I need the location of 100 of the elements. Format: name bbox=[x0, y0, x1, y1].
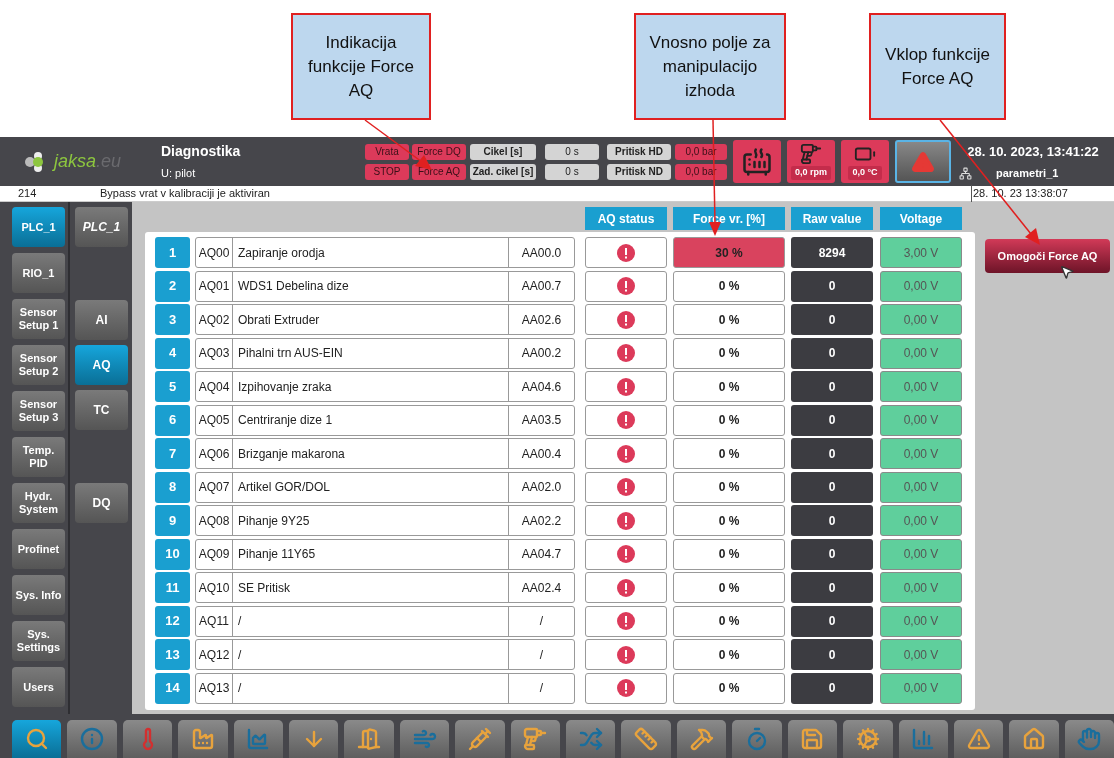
hand-icon bbox=[1077, 727, 1102, 751]
tile-reading: 0,0 rpm bbox=[791, 166, 831, 180]
toolbar-button[interactable] bbox=[12, 720, 62, 758]
error-icon bbox=[617, 277, 635, 295]
pressure-value: 0,0 bar bbox=[675, 143, 727, 160]
toolbar-button[interactable] bbox=[843, 720, 893, 758]
toolbar-button[interactable] bbox=[122, 720, 173, 758]
force-input[interactable]: 30 % bbox=[673, 237, 785, 268]
cycle-label: Cikel [s] bbox=[470, 143, 536, 160]
sub-nav-button[interactable]: TC bbox=[75, 390, 128, 430]
sub-nav-button[interactable]: DQ bbox=[75, 483, 128, 523]
nav-button[interactable]: Profinet bbox=[12, 529, 65, 569]
force-input[interactable]: 0 % bbox=[673, 371, 785, 402]
voltage-value: 0,00 V bbox=[880, 270, 962, 302]
toolbar-button[interactable] bbox=[953, 720, 1004, 758]
force-input[interactable]: 0 % bbox=[673, 270, 785, 302]
toolbar-button[interactable] bbox=[787, 720, 838, 758]
toolbar-button[interactable] bbox=[621, 720, 671, 758]
force-input[interactable]: 0 % bbox=[673, 672, 785, 704]
enable-force-button[interactable]: Omogoči Force AQ bbox=[985, 239, 1110, 273]
force-input[interactable]: 0 % bbox=[673, 505, 785, 536]
error-icon bbox=[617, 478, 635, 496]
row-index: 12 bbox=[155, 605, 190, 637]
cycle-label: Zad. cikel [s] bbox=[470, 163, 536, 180]
force-input[interactable]: 0 % bbox=[673, 572, 785, 603]
raw-value: 0 bbox=[791, 371, 873, 402]
nav-button[interactable]: Hydr. System bbox=[12, 483, 65, 523]
force-input[interactable]: 0 % bbox=[673, 538, 785, 570]
raw-value: 0 bbox=[791, 270, 873, 302]
bar-chart-icon bbox=[911, 727, 936, 751]
force-input[interactable]: 0 % bbox=[673, 404, 785, 436]
force-input[interactable]: 0 % bbox=[673, 304, 785, 335]
nav-button[interactable]: Sensor Setup 2 bbox=[12, 345, 65, 385]
toolbar-button[interactable] bbox=[510, 720, 561, 758]
force-input[interactable]: 0 % bbox=[673, 471, 785, 503]
machine-status-tile[interactable] bbox=[733, 140, 781, 183]
voltage-value: 3,00 V bbox=[880, 237, 962, 268]
error-icon bbox=[617, 310, 635, 329]
sub-nav-button[interactable]: AI bbox=[75, 300, 128, 340]
home-icon bbox=[1022, 727, 1046, 751]
error-icon bbox=[617, 344, 635, 362]
machine-status-tile[interactable]: 0,0 °C bbox=[841, 140, 889, 183]
toolbar-button[interactable] bbox=[178, 720, 228, 758]
toolbar-button[interactable] bbox=[289, 720, 339, 758]
toolbar-button[interactable] bbox=[1064, 720, 1114, 758]
voltage-value: 0,00 V bbox=[880, 538, 962, 570]
nav-button[interactable]: Temp. PID bbox=[12, 437, 65, 477]
toolbar-button[interactable] bbox=[67, 720, 117, 758]
search-icon bbox=[24, 727, 49, 751]
annotation-callout: Vklop funkcije Force AQ bbox=[869, 13, 1006, 120]
nav-button[interactable]: RIO_1 bbox=[12, 253, 65, 293]
row-index: 1 bbox=[155, 237, 190, 268]
toolbar-button[interactable] bbox=[233, 720, 284, 758]
row-index: 11 bbox=[155, 572, 190, 603]
output-address: AA02.4 bbox=[520, 579, 563, 597]
error-icon bbox=[617, 444, 635, 463]
output-code: AQ01 bbox=[196, 271, 233, 301]
output-code: AQ09 bbox=[196, 539, 233, 569]
cycle-value: 0 s bbox=[545, 143, 599, 160]
output-name: Artikel GOR/DOL bbox=[233, 472, 509, 502]
toolbar-button[interactable] bbox=[898, 720, 948, 758]
raw-value: 8294 bbox=[791, 237, 873, 268]
nav-button[interactable]: Sensor Setup 1 bbox=[12, 299, 65, 339]
sub-nav-button[interactable]: PLC_1 bbox=[75, 207, 128, 247]
force-input[interactable]: 0 % bbox=[673, 605, 785, 637]
toolbar-button[interactable] bbox=[566, 720, 616, 758]
drill-icon bbox=[523, 727, 548, 751]
toolbar-button[interactable] bbox=[732, 720, 782, 758]
user-label: U: pilot bbox=[161, 166, 197, 182]
nav-button[interactable]: PLC_1 bbox=[12, 207, 65, 247]
nav-button[interactable]: Users bbox=[12, 667, 65, 707]
toolbar-button[interactable] bbox=[399, 720, 450, 758]
status-indicator: STOP bbox=[365, 163, 409, 180]
row-index: 8 bbox=[155, 471, 190, 503]
cursor-icon bbox=[1059, 264, 1075, 280]
toolbar-button[interactable] bbox=[1009, 720, 1059, 758]
heater-icon bbox=[742, 146, 772, 177]
force-input[interactable]: 0 % bbox=[673, 337, 785, 369]
network-icon bbox=[959, 166, 972, 180]
toolbar-button[interactable] bbox=[344, 720, 394, 758]
warning-icon bbox=[966, 727, 991, 751]
force-input[interactable]: 0 % bbox=[673, 438, 785, 469]
machine-status-tile[interactable]: 0,0 rpm bbox=[787, 140, 835, 183]
voltage-value: 0,00 V bbox=[880, 572, 962, 603]
row-index: 13 bbox=[155, 639, 190, 670]
raw-value: 0 bbox=[791, 337, 873, 369]
output-name: Zapiranje orodja bbox=[233, 238, 509, 267]
nav-button[interactable]: Sys. Settings bbox=[12, 621, 65, 661]
nav-button[interactable]: Sensor Setup 3 bbox=[12, 391, 65, 431]
annotation-callout: Indikacija funkcije Force AQ bbox=[291, 13, 431, 120]
nav-button[interactable]: Sys. Info bbox=[12, 575, 65, 615]
force-input[interactable]: 0 % bbox=[673, 639, 785, 670]
alarm-button[interactable] bbox=[895, 140, 951, 183]
sub-nav-button[interactable]: AQ bbox=[75, 345, 128, 385]
ruler-icon bbox=[634, 727, 659, 751]
toolbar-button[interactable] bbox=[455, 720, 505, 758]
raw-value: 0 bbox=[791, 304, 873, 335]
output-code: AQ02 bbox=[196, 305, 233, 334]
toolbar-button[interactable] bbox=[676, 720, 727, 758]
output-name: Brizganje makarona bbox=[233, 439, 509, 468]
